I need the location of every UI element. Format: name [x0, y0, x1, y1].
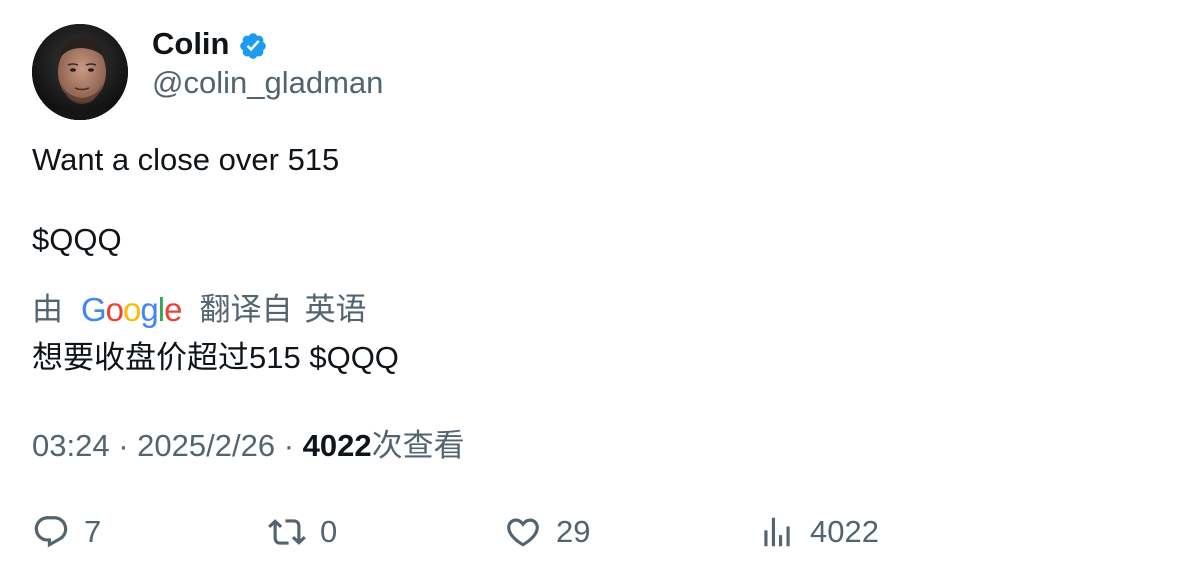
- analytics-icon: [758, 513, 796, 551]
- translated-text: 想要收盘价超过515 $QQQ: [32, 340, 399, 375]
- translation-prefix: 由: [32, 292, 63, 327]
- views-count: 4022: [302, 428, 372, 463]
- tweet-card: Colin @colin_gladman Want a close over 5…: [32, 24, 1162, 466]
- retweet-button[interactable]: 0: [268, 510, 337, 554]
- action-bar: 7 0 29 4022: [32, 510, 1162, 554]
- reply-icon: [32, 513, 70, 551]
- like-count: 29: [556, 514, 591, 549]
- verified-badge-icon: [238, 31, 268, 61]
- name-row: Colin: [152, 25, 383, 63]
- reply-count: 7: [84, 514, 102, 549]
- meta-separator: ·: [283, 428, 295, 463]
- avatar[interactable]: [32, 24, 128, 120]
- author-names: Colin @colin_gladman: [152, 25, 383, 103]
- display-name[interactable]: Colin: [152, 25, 230, 63]
- author-handle[interactable]: @colin_gladman: [152, 63, 383, 103]
- tweet-meta: 03:24 · 2025/2/26 · 4022次查看: [32, 426, 1162, 466]
- tweet-date[interactable]: 2025/2/26: [137, 428, 275, 463]
- views-button[interactable]: 4022: [758, 510, 879, 554]
- translation-attribution: 由 Google 翻译自 英语: [32, 290, 1162, 330]
- google-logo: Google: [81, 291, 182, 328]
- like-button[interactable]: 29: [504, 510, 590, 554]
- reply-button[interactable]: 7: [32, 510, 101, 554]
- avatar-photo: [32, 24, 128, 120]
- meta-separator: ·: [118, 428, 129, 463]
- tweet-header: Colin @colin_gladman: [32, 24, 1162, 120]
- retweet-icon: [268, 513, 306, 551]
- views-action-count: 4022: [810, 514, 879, 549]
- heart-icon: [504, 513, 542, 551]
- views-label: 次查看: [371, 428, 465, 463]
- tweet-time[interactable]: 03:24: [32, 428, 110, 463]
- translation-suffix: 翻译自: [199, 292, 293, 327]
- retweet-count: 0: [320, 514, 338, 549]
- tweet-cashtag-line[interactable]: $QQQ: [32, 220, 1162, 260]
- tweet-text-line: Want a close over 515: [32, 142, 340, 177]
- translation-source-language: 英语: [304, 292, 367, 327]
- tweet-text: Want a close over 515 $QQQ: [32, 140, 1162, 260]
